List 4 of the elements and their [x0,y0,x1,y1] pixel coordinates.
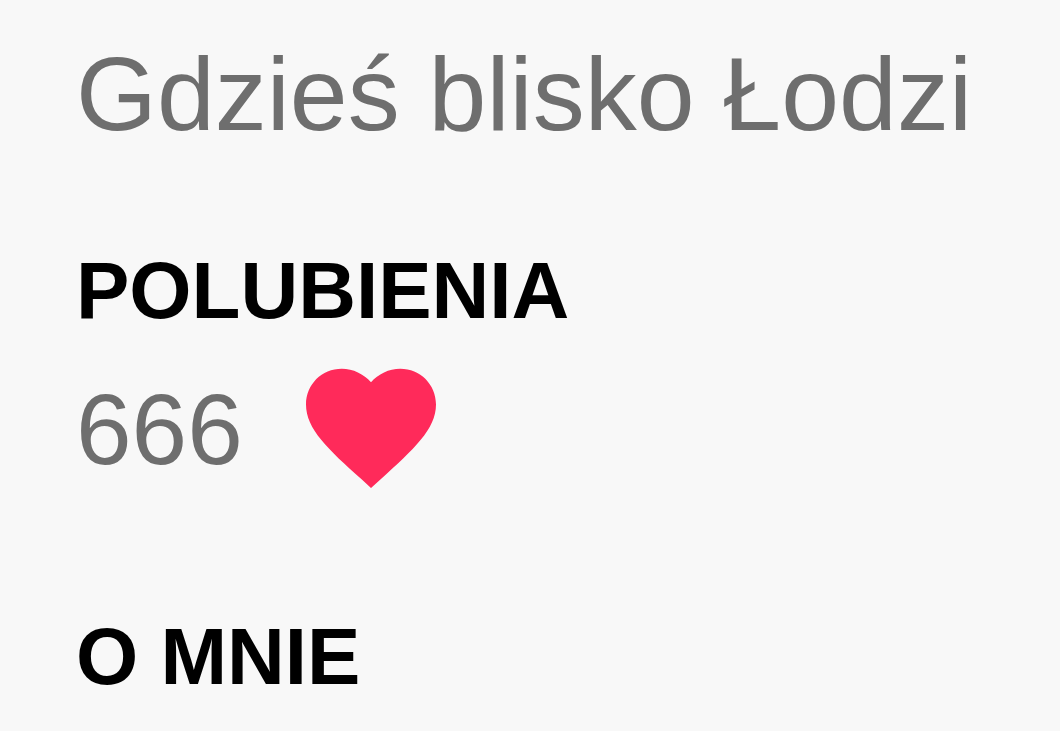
likes-count: 666 [76,372,243,487]
section-heading: POLUBIENIA [76,246,570,336]
location-text: Gdzieś blisko Łodzi [76,35,972,154]
section-heading: O MNIE [76,612,361,702]
